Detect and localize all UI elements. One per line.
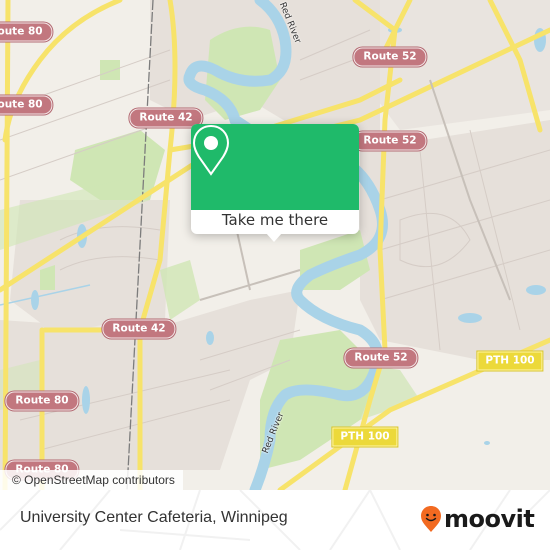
route-42-label: Route 42 bbox=[102, 319, 176, 339]
route-80-label: Route 80 bbox=[0, 95, 53, 115]
moovit-smiley-pin-icon bbox=[421, 506, 441, 532]
place-name: University Center Cafeteria, Winnipeg bbox=[20, 509, 288, 526]
popup-header[interactable] bbox=[191, 124, 359, 210]
map-attribution[interactable]: © OpenStreetMap contributors bbox=[0, 470, 183, 490]
moovit-wordmark: moovit bbox=[444, 505, 535, 533]
location-pin-icon bbox=[192, 124, 230, 176]
take-me-there-popup[interactable]: Take me there bbox=[191, 124, 359, 242]
popup-pointer bbox=[266, 233, 282, 242]
route-52-label: Route 52 bbox=[344, 348, 418, 368]
route-80-label: Route 80 bbox=[5, 391, 79, 411]
moovit-logo[interactable]: moovit bbox=[420, 502, 535, 536]
footer-bar: University Center Cafeteria, Winnipeg mo… bbox=[0, 490, 550, 550]
route-52-label: Route 52 bbox=[353, 131, 427, 151]
route-52-label: Route 52 bbox=[353, 47, 427, 67]
pth-100-label: PTH 100 bbox=[332, 427, 398, 447]
pth-100-label: PTH 100 bbox=[477, 351, 543, 371]
map-view[interactable]: Route 80 Route 80 Route 42 Route 52 Rout… bbox=[0, 0, 550, 490]
route-80-label: Route 80 bbox=[0, 22, 53, 42]
take-me-there-button[interactable]: Take me there bbox=[191, 210, 359, 234]
